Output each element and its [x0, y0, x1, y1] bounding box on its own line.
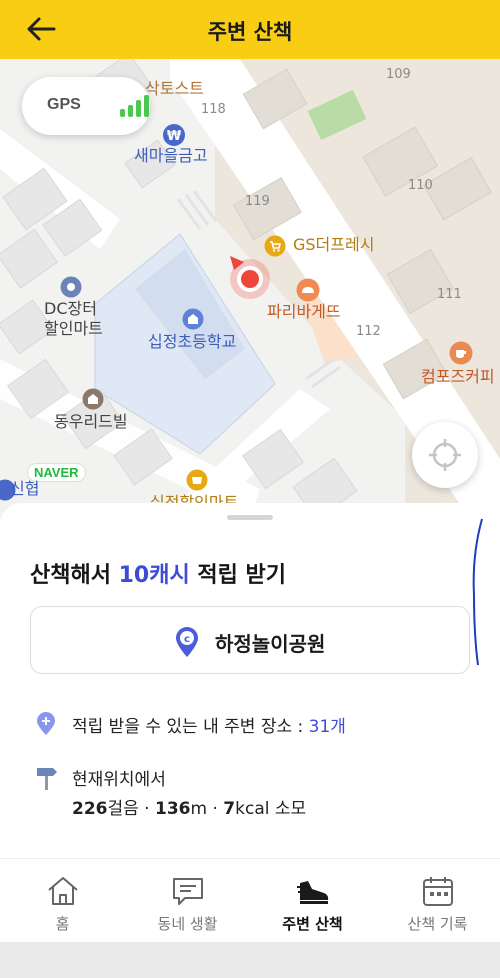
tab-home-label: 홈: [55, 915, 70, 933]
map-place-dc-line2: 할인마트: [44, 319, 103, 338]
map-place-dc-line1: DC장터: [44, 299, 97, 318]
tab-home[interactable]: 홈: [0, 859, 125, 943]
school-icon: [182, 308, 204, 330]
block-number: 112: [356, 324, 381, 339]
home-icon: [48, 877, 78, 905]
kcal-value: 7: [223, 799, 236, 819]
walk-stats-line: 226걸음 · 136m · 7kcal 소모: [72, 794, 306, 819]
map-place-school[interactable]: 십정초등학교: [148, 332, 236, 352]
map-place-shinhyup[interactable]: 신협: [10, 479, 39, 499]
plus-pin-icon: [37, 712, 55, 735]
system-nav-bar: [0, 942, 500, 978]
destination-place-name: 하정놀이공원: [215, 632, 326, 656]
store-icon: [60, 276, 82, 298]
distance-value: 136: [155, 799, 191, 819]
signpost-icon: [37, 768, 57, 790]
block-number: 111: [437, 287, 462, 302]
tab-walk-history-label: 산책 기록: [407, 915, 468, 933]
headline-suffix: 적립 받기: [189, 563, 287, 588]
page-title: 주변 산책: [207, 20, 293, 44]
apartment-icon: [82, 388, 104, 410]
headline-prefix: 산책해서: [30, 563, 119, 588]
nearby-label: 적립 받을 수 있는 내 주변 장소 :: [72, 717, 309, 737]
current-location-marker: [230, 256, 270, 299]
nearby-places-info: 적립 받을 수 있는 내 주변 장소 : 31개: [36, 712, 346, 740]
gps-label: GPS: [47, 96, 81, 113]
headline-cash: 10캐시: [118, 563, 190, 588]
bottom-tab-bar: 홈 동네 생활 주변 산책 산책 기록: [0, 858, 500, 942]
cash-pin-icon: c: [176, 627, 198, 657]
sheet-drag-handle[interactable]: [227, 515, 273, 520]
map-place-dc[interactable]: DC장터 할인마트: [44, 299, 103, 339]
svg-text:c: c: [184, 634, 190, 645]
tab-walk[interactable]: 주변 산책: [250, 859, 375, 943]
steps-unit: 걸음 ·: [107, 799, 155, 819]
block-number: 119: [245, 194, 270, 209]
crosshair-icon: [429, 439, 461, 471]
locate-me-button[interactable]: [412, 422, 478, 488]
map-view[interactable]: 109 118 119 110 111 112 삭토스트 ₩ 새마을금고 GS더…: [0, 59, 500, 519]
reward-headline: 산책해서 10캐시 적립 받기: [30, 557, 286, 589]
from-here-label: 현재위치에서: [72, 770, 166, 790]
tab-walk-label: 주변 산책: [282, 915, 343, 933]
bakery-icon: [296, 278, 320, 302]
walk-stats-info: 현재위치에서 226걸음 · 136m · 7kcal 소모: [36, 765, 306, 819]
steps-value: 226: [72, 799, 108, 819]
mart-icon: [186, 469, 208, 491]
sneaker-icon: [297, 881, 329, 904]
calendar-icon: [423, 877, 453, 906]
block-number: 110: [408, 178, 433, 193]
app-header: 주변 산책: [0, 0, 500, 59]
block-number: 109: [386, 67, 411, 82]
chat-icon: [173, 878, 203, 905]
gps-status: GPS: [22, 77, 150, 135]
map-place-compose[interactable]: 컴포즈커피: [421, 367, 495, 387]
map-place-gs[interactable]: GS더프레시: [293, 235, 374, 255]
nearby-count: 31개: [308, 717, 346, 737]
bottom-sheet: 산책해서 10캐시 적립 받기 c 하정놀이공원 적립 받을 수 있는 내 주변…: [0, 503, 500, 863]
tab-neighborhood-label: 동네 생활: [157, 915, 218, 933]
svg-text:₩: ₩: [167, 129, 182, 144]
map-place-toast[interactable]: 삭토스트: [145, 79, 204, 99]
signal-bars-icon: [120, 95, 149, 117]
bank-icon: ₩: [163, 124, 185, 146]
destination-place-button[interactable]: c 하정놀이공원: [30, 606, 470, 674]
coffee-icon: [449, 341, 473, 365]
distance-unit: m ·: [190, 799, 224, 819]
map-place-bank[interactable]: 새마을금고: [134, 146, 208, 166]
map-place-paris[interactable]: 파리바게뜨: [267, 302, 341, 322]
kcal-unit: kcal 소모: [235, 799, 307, 819]
map-place-dongwoo[interactable]: 동우리드빌: [54, 412, 128, 432]
tab-neighborhood[interactable]: 동네 생활: [125, 859, 250, 943]
pen-scribble: [472, 518, 483, 666]
tab-walk-history[interactable]: 산책 기록: [375, 859, 500, 943]
block-number: 118: [201, 102, 226, 117]
